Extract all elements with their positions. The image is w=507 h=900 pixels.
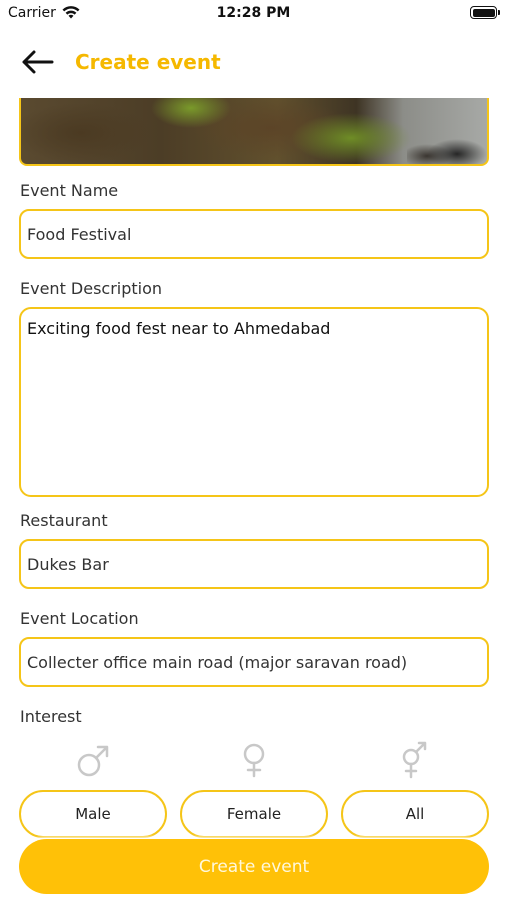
event-name-value: Food Festival (27, 224, 132, 244)
interest-label: Interest (20, 707, 82, 726)
back-button[interactable] (18, 44, 58, 80)
event-name-label: Event Name (20, 181, 119, 200)
event-name-input[interactable]: Food Festival (19, 209, 489, 259)
transgender-symbol-icon[interactable] (394, 740, 434, 780)
event-description-label: Event Description (20, 279, 163, 298)
male-symbol-icon[interactable] (74, 740, 114, 780)
interest-male-button[interactable]: Male (19, 790, 167, 838)
create-event-button[interactable]: Create event (19, 839, 489, 894)
event-cover-image[interactable] (19, 98, 489, 166)
arrow-left-icon (22, 50, 54, 74)
restaurant-input[interactable]: Dukes Bar (19, 539, 489, 589)
battery-icon (470, 6, 500, 19)
interest-female-button[interactable]: Female (180, 790, 328, 838)
clock: 12:28 PM (216, 5, 291, 21)
restaurant-value: Dukes Bar (27, 554, 109, 574)
event-location-value: Collecter office main road (major sarava… (27, 652, 408, 672)
page-title: Create event (75, 50, 221, 74)
cover-image-rocks (407, 124, 487, 164)
event-description-textarea[interactable]: Exciting food fest near to Ahmedabad (19, 307, 489, 497)
interest-all-button[interactable]: All (341, 790, 489, 838)
event-description-value: Exciting food fest near to Ahmedabad (27, 319, 331, 338)
status-bar: Carrier 12:28 PM (0, 0, 507, 30)
nav-bar: Create event (0, 36, 507, 88)
restaurant-label: Restaurant (20, 511, 108, 530)
event-location-label: Event Location (20, 609, 139, 628)
female-symbol-icon[interactable] (234, 740, 274, 780)
event-location-input[interactable]: Collecter office main road (major sarava… (19, 637, 489, 687)
